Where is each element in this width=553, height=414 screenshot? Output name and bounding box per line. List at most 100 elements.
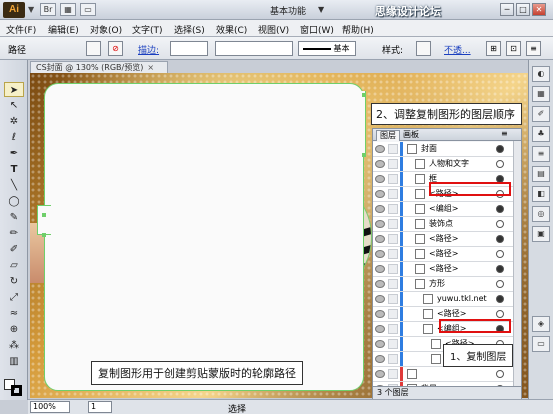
target-icon[interactable] <box>496 145 504 153</box>
blob-brush-tool-icon[interactable]: ✐ <box>4 242 24 257</box>
eye-icon[interactable] <box>375 340 385 348</box>
layer-row[interactable]: yuwu.tkl.net <box>373 292 521 307</box>
pen-tool-icon[interactable]: ✒ <box>4 146 24 161</box>
lock-toggle-icon[interactable] <box>388 234 398 244</box>
target-icon[interactable] <box>496 160 504 168</box>
target-icon[interactable] <box>496 265 504 273</box>
brushes-panel-icon[interactable]: ✐ <box>532 106 550 122</box>
lock-toggle-icon[interactable] <box>388 159 398 169</box>
layer-row[interactable]: 装饰点 <box>373 217 521 232</box>
lock-toggle-icon[interactable] <box>388 264 398 274</box>
target-icon[interactable] <box>496 205 504 213</box>
panel-menu-icon[interactable]: ≡ <box>526 41 541 56</box>
target-icon[interactable] <box>496 235 504 243</box>
eye-icon[interactable] <box>375 205 385 213</box>
close-icon[interactable]: × <box>147 63 154 72</box>
artboards-panel-icon[interactable]: ▭ <box>532 336 550 352</box>
menu-window[interactable]: 窗口(W) <box>300 23 334 36</box>
layer-row[interactable]: <路径> <box>373 247 521 262</box>
chevron-down-icon[interactable]: ▼ <box>28 5 34 14</box>
target-icon[interactable] <box>496 280 504 288</box>
stroke-weight-input[interactable] <box>170 41 208 56</box>
eye-icon[interactable] <box>375 355 385 363</box>
rotate-tool-icon[interactable]: ↻ <box>4 274 24 289</box>
selection-tool-icon[interactable]: ➤ <box>4 82 24 97</box>
layer-row[interactable]: 人物和文字 <box>373 157 521 172</box>
pencil-tool-icon[interactable]: ✏ <box>4 226 24 241</box>
layer-row[interactable]: 封面 <box>373 142 521 157</box>
shape-builder-tool-icon[interactable]: ⊕ <box>4 322 24 337</box>
target-icon[interactable] <box>496 295 504 303</box>
fill-swatch[interactable] <box>86 41 101 56</box>
layers-panel-icon[interactable]: ◈ <box>532 316 550 332</box>
anchor-point[interactable] <box>362 93 366 97</box>
lock-toggle-icon[interactable] <box>388 339 398 349</box>
target-icon[interactable] <box>496 310 504 318</box>
target-icon[interactable] <box>496 250 504 258</box>
maximize-button[interactable]: □ <box>516 3 530 16</box>
eye-icon[interactable] <box>375 145 385 153</box>
target-icon[interactable] <box>496 220 504 228</box>
scale-tool-icon[interactable]: ⤢ <box>4 290 24 305</box>
bridge-icon[interactable]: Br <box>40 3 56 16</box>
warp-tool-icon[interactable]: ≈ <box>4 306 24 321</box>
eye-icon[interactable] <box>375 160 385 168</box>
tab-layers[interactable]: 图层 <box>376 130 400 141</box>
zoom-select[interactable]: 100% <box>30 401 70 413</box>
lock-toggle-icon[interactable] <box>388 279 398 289</box>
status-current-tool[interactable]: 选择 <box>228 402 246 414</box>
menu-file[interactable]: 文件(F) <box>6 23 36 36</box>
eye-icon[interactable] <box>375 280 385 288</box>
graphic-styles-panel-icon[interactable]: ▣ <box>532 226 550 242</box>
lock-toggle-icon[interactable] <box>388 174 398 184</box>
menu-type[interactable]: 文字(T) <box>132 23 163 36</box>
document-tab[interactable]: CS封面 @ 130% (RGB/预览) × <box>30 61 168 73</box>
arrange-docs-icon[interactable]: ▦ <box>60 3 76 16</box>
panel-menu-icon[interactable]: ≡ <box>501 129 508 138</box>
ellipse-tool-icon[interactable]: ◯ <box>4 194 24 209</box>
layers-scrollbar[interactable] <box>513 141 521 387</box>
layer-row[interactable] <box>373 367 521 382</box>
eye-icon[interactable] <box>375 220 385 228</box>
eye-icon[interactable] <box>375 370 385 378</box>
lock-toggle-icon[interactable] <box>388 354 398 364</box>
chevron-down-icon[interactable]: ▼ <box>318 3 330 16</box>
eye-icon[interactable] <box>375 265 385 273</box>
lock-toggle-icon[interactable] <box>388 309 398 319</box>
lock-toggle-icon[interactable] <box>388 189 398 199</box>
eye-icon[interactable] <box>375 190 385 198</box>
menu-view[interactable]: 视图(V) <box>258 23 289 36</box>
layer-row[interactable]: <路径> <box>373 262 521 277</box>
menu-edit[interactable]: 编辑(E) <box>48 23 79 36</box>
copied-path-shape[interactable] <box>44 83 364 391</box>
target-icon[interactable] <box>496 370 504 378</box>
tab-artboards[interactable]: 画板 <box>400 130 422 140</box>
transparency-panel-icon[interactable]: ◧ <box>532 186 550 202</box>
menu-object[interactable]: 对象(O) <box>90 23 122 36</box>
lock-toggle-icon[interactable] <box>388 249 398 259</box>
lasso-tool-icon[interactable]: ℓ <box>4 130 24 145</box>
lock-toggle-icon[interactable] <box>388 369 398 379</box>
lock-toggle-icon[interactable] <box>388 294 398 304</box>
align-icon[interactable]: ⊞ <box>486 41 501 56</box>
brush-definition-select[interactable]: 基本 <box>298 41 356 56</box>
screen-mode-icon[interactable]: ▭ <box>80 3 96 16</box>
anchor-point[interactable] <box>42 213 46 217</box>
type-tool-icon[interactable]: T <box>4 162 24 177</box>
lock-toggle-icon[interactable] <box>388 144 398 154</box>
variable-width-select[interactable] <box>215 41 293 56</box>
symbol-sprayer-tool-icon[interactable]: ⁂ <box>4 338 24 353</box>
layer-row[interactable]: <编组> <box>373 202 521 217</box>
lock-toggle-icon[interactable] <box>388 324 398 334</box>
anchor-point[interactable] <box>362 153 366 157</box>
artboard-nav-input[interactable]: 1 <box>88 401 112 413</box>
eye-icon[interactable] <box>375 235 385 243</box>
symbols-panel-icon[interactable]: ♣ <box>532 126 550 142</box>
swatches-panel-icon[interactable]: ▦ <box>532 86 550 102</box>
close-window-button[interactable]: ✕ <box>532 3 546 16</box>
color-panel-icon[interactable]: ◐ <box>532 66 550 82</box>
menu-help[interactable]: 帮助(H) <box>342 23 374 36</box>
stroke-panel-icon[interactable]: ≡ <box>532 146 550 162</box>
menu-effect[interactable]: 效果(C) <box>216 23 247 36</box>
direct-selection-tool-icon[interactable]: ↖ <box>4 98 24 113</box>
